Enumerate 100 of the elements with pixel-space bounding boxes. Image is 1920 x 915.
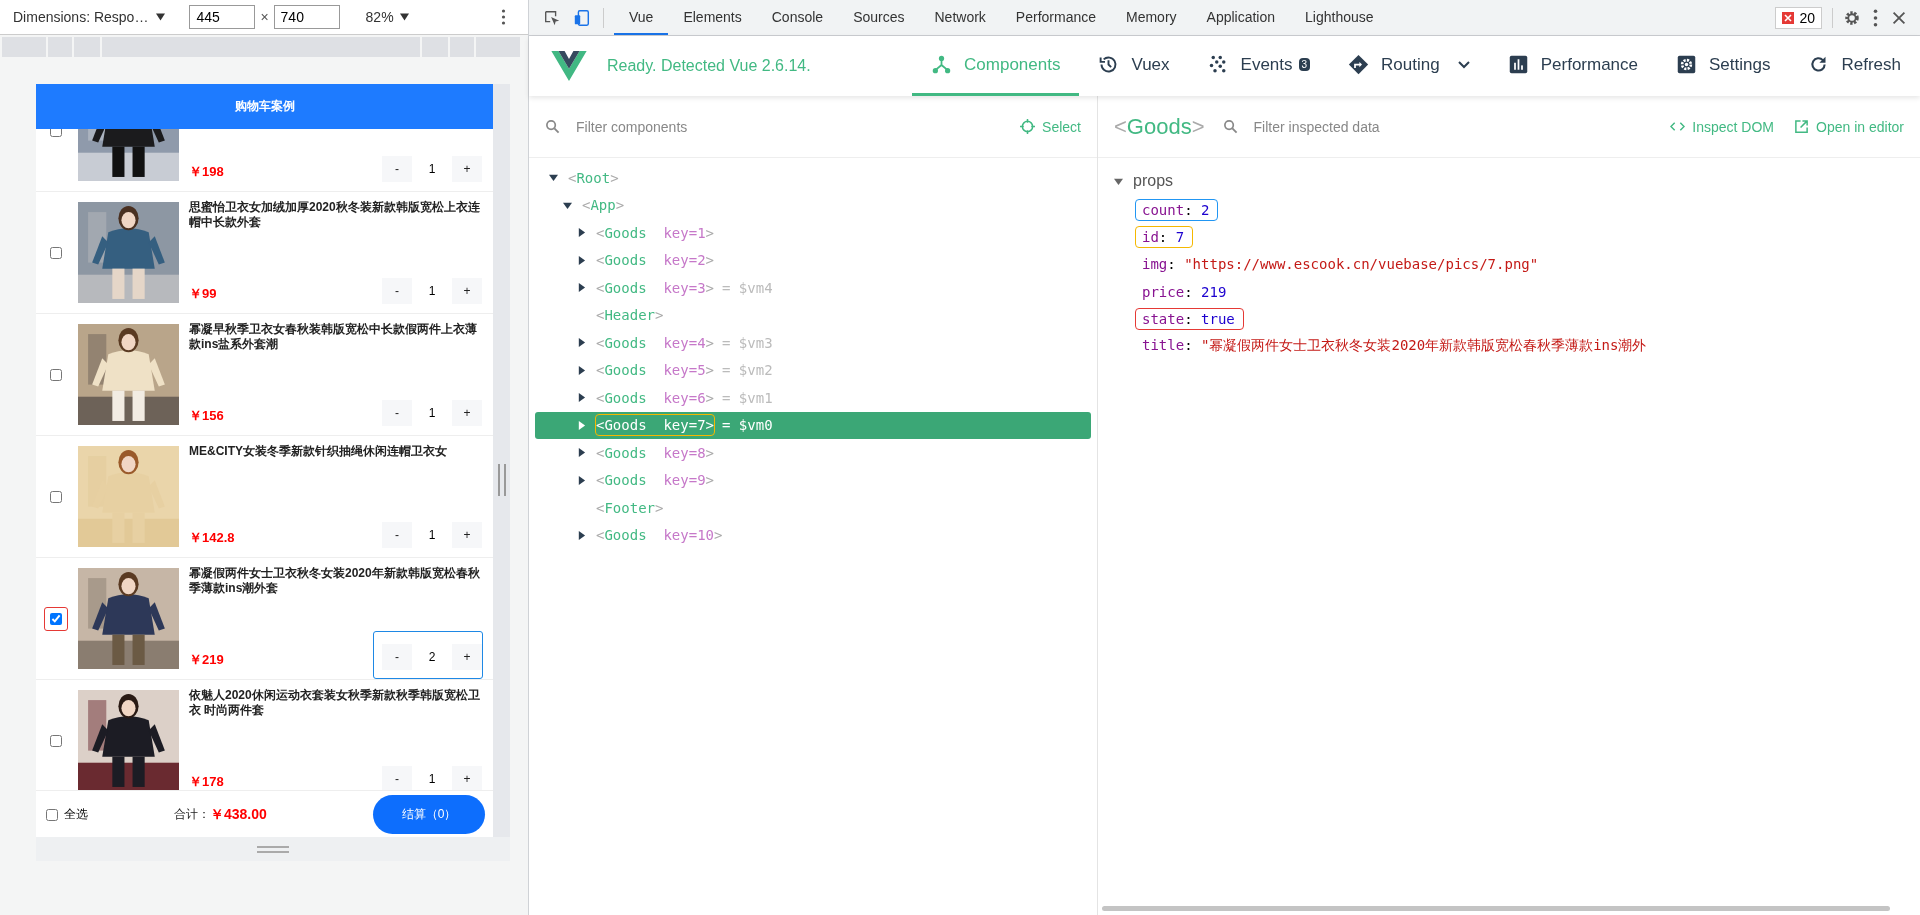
tree-icon bbox=[931, 54, 953, 75]
devtools-tab[interactable]: Elements bbox=[668, 0, 757, 35]
increment-button[interactable]: + bbox=[452, 400, 482, 426]
quantity-value: 1 bbox=[427, 284, 437, 298]
product-price: ￥142.8 bbox=[189, 529, 235, 547]
property-row: count: 2 bbox=[1136, 199, 1218, 220]
devtools-tab[interactable]: Console bbox=[756, 0, 839, 35]
nav-tab[interactable]: Routing bbox=[1329, 36, 1489, 96]
quantity-value: 1 bbox=[427, 528, 437, 542]
logo-icon bbox=[551, 51, 587, 81]
increment-button[interactable]: + bbox=[452, 278, 482, 304]
caret-right-icon[interactable] bbox=[577, 228, 586, 238]
decrement-button[interactable]: - bbox=[382, 766, 412, 790]
increment-button[interactable]: + bbox=[452, 156, 482, 182]
error-icon bbox=[1782, 11, 1795, 24]
caret-right-icon[interactable] bbox=[577, 393, 586, 403]
instance-label: = $vm0 bbox=[722, 417, 773, 434]
product-price: ￥219 bbox=[189, 651, 224, 669]
devtools-tab[interactable]: Application bbox=[1191, 0, 1291, 35]
caret-right-icon[interactable] bbox=[577, 475, 586, 485]
dropdown-arrow-icon[interactable] bbox=[399, 13, 409, 21]
inspect-icon[interactable] bbox=[543, 8, 561, 27]
caret-right-icon[interactable] bbox=[577, 365, 586, 375]
caret-down-icon[interactable] bbox=[563, 200, 572, 210]
quantity-value: 1 bbox=[427, 162, 437, 176]
devtools-tab[interactable]: Lighthouse bbox=[1290, 0, 1389, 35]
select-all-checkbox[interactable] bbox=[46, 808, 58, 821]
times-label: × bbox=[260, 9, 269, 25]
caret-right-icon[interactable] bbox=[577, 530, 586, 540]
property-row-text: img: "https://www.escook.cn/vuebase/pics/7.png" bbox=[1141, 255, 1540, 275]
devtools-tab[interactable]: Vue bbox=[614, 0, 669, 35]
item-checkbox[interactable] bbox=[50, 734, 62, 747]
select-all-label: 全选 bbox=[64, 806, 88, 823]
error-count: 20 bbox=[1799, 9, 1815, 26]
height-field[interactable]: 740 bbox=[273, 5, 340, 29]
caret-right-icon[interactable] bbox=[577, 283, 586, 293]
nav-tab[interactable]: Refresh bbox=[1789, 36, 1920, 96]
settings-icon[interactable] bbox=[1843, 8, 1861, 27]
status-text: Ready. Detected Vue 2.6.14. bbox=[607, 57, 811, 75]
decrement-button[interactable]: - bbox=[382, 156, 412, 182]
search-icon bbox=[1222, 119, 1238, 134]
devtools-tab[interactable]: Performance bbox=[1000, 0, 1111, 35]
zoom-dropdown[interactable]: 82% bbox=[365, 9, 394, 25]
device-icon[interactable] bbox=[573, 8, 591, 27]
decrement-button[interactable]: - bbox=[382, 522, 412, 548]
component-tag: <Goods key=5> bbox=[596, 360, 714, 381]
caret-down-icon[interactable] bbox=[549, 173, 558, 183]
product-price: ￥99 bbox=[189, 285, 217, 303]
caret-right-icon[interactable] bbox=[577, 255, 586, 265]
component-tag: <Goods key=10> bbox=[596, 525, 723, 546]
property-row-text: title: "幂凝假两件女士卫衣秋冬女装2020年新款韩版宽松春秋季薄款ins潮外 bbox=[1141, 336, 1648, 356]
external-link-icon bbox=[1794, 119, 1810, 134]
devtools-tab[interactable]: Memory bbox=[1111, 0, 1192, 35]
item-checkbox[interactable] bbox=[50, 490, 62, 503]
checkout-button[interactable]: 结算（0） bbox=[373, 795, 485, 834]
product-title: 依魅人2020休闲运动衣套装女秋季新款秋季韩版宽松卫衣 时尚两件套 bbox=[189, 688, 481, 718]
instance-label: = $vm3 bbox=[722, 334, 773, 351]
caret-down-icon[interactable] bbox=[1114, 176, 1123, 186]
quantity-value: 2 bbox=[427, 650, 437, 664]
increment-button[interactable]: + bbox=[452, 766, 482, 790]
nav-tab[interactable]: Vuex bbox=[1079, 36, 1189, 96]
width-field[interactable]: 445 bbox=[189, 5, 256, 29]
more-icon[interactable] bbox=[501, 9, 506, 25]
component-tag: <Goods key=1> bbox=[596, 222, 714, 243]
error-badge[interactable]: 20 bbox=[1775, 6, 1822, 29]
increment-button[interactable]: + bbox=[452, 644, 482, 670]
devtools-tab[interactable]: Network bbox=[919, 0, 1001, 35]
caret-right-icon[interactable] bbox=[577, 338, 586, 348]
scrollbar[interactable] bbox=[493, 84, 510, 837]
nav-tab[interactable]: Settings bbox=[1657, 36, 1790, 96]
decrement-button[interactable]: - bbox=[382, 278, 412, 304]
component-tag: <Goods key=2> bbox=[596, 250, 714, 271]
devtools-tab[interactable]: Sources bbox=[838, 0, 920, 35]
crosshair-icon bbox=[1020, 119, 1036, 134]
chevron-down-icon bbox=[1457, 60, 1470, 69]
component-tag: <Footer> bbox=[596, 497, 664, 518]
dimensions-dropdown[interactable]: Dimensions: Respo… bbox=[13, 9, 149, 25]
product-price: ￥198 bbox=[189, 163, 224, 181]
total-price: ￥438.00 bbox=[210, 805, 267, 824]
dropdown-arrow-icon[interactable] bbox=[156, 13, 166, 21]
increment-button[interactable]: + bbox=[452, 522, 482, 548]
header-title: 购物车案例 bbox=[234, 98, 295, 115]
product-title: 幂凝早秋季卫衣女春秋装韩版宽松中长款假两件上衣薄款ins盐系外套潮 bbox=[189, 322, 478, 352]
nav-tab[interactable]: Performance bbox=[1488, 36, 1658, 96]
decrement-button[interactable]: - bbox=[382, 400, 412, 426]
instance-label: = $vm4 bbox=[722, 279, 773, 296]
component-name: <Goods> bbox=[1114, 113, 1205, 140]
item-checkbox[interactable] bbox=[50, 246, 62, 259]
directions-icon bbox=[1348, 54, 1370, 75]
more-icon[interactable] bbox=[1873, 8, 1878, 27]
bar-chart-icon bbox=[1507, 54, 1529, 75]
component-tag: <Goods key=9> bbox=[596, 470, 714, 491]
item-checkbox[interactable] bbox=[50, 368, 62, 381]
component-tag: <Root> bbox=[568, 167, 619, 188]
component-tag: <Header> bbox=[596, 305, 664, 326]
nav-tab[interactable]: Events 3 bbox=[1188, 36, 1330, 96]
decrement-button[interactable]: - bbox=[382, 644, 412, 670]
item-checkbox[interactable] bbox=[50, 612, 62, 625]
caret-right-icon[interactable] bbox=[577, 448, 586, 458]
scrollbar[interactable] bbox=[1102, 906, 1890, 911]
